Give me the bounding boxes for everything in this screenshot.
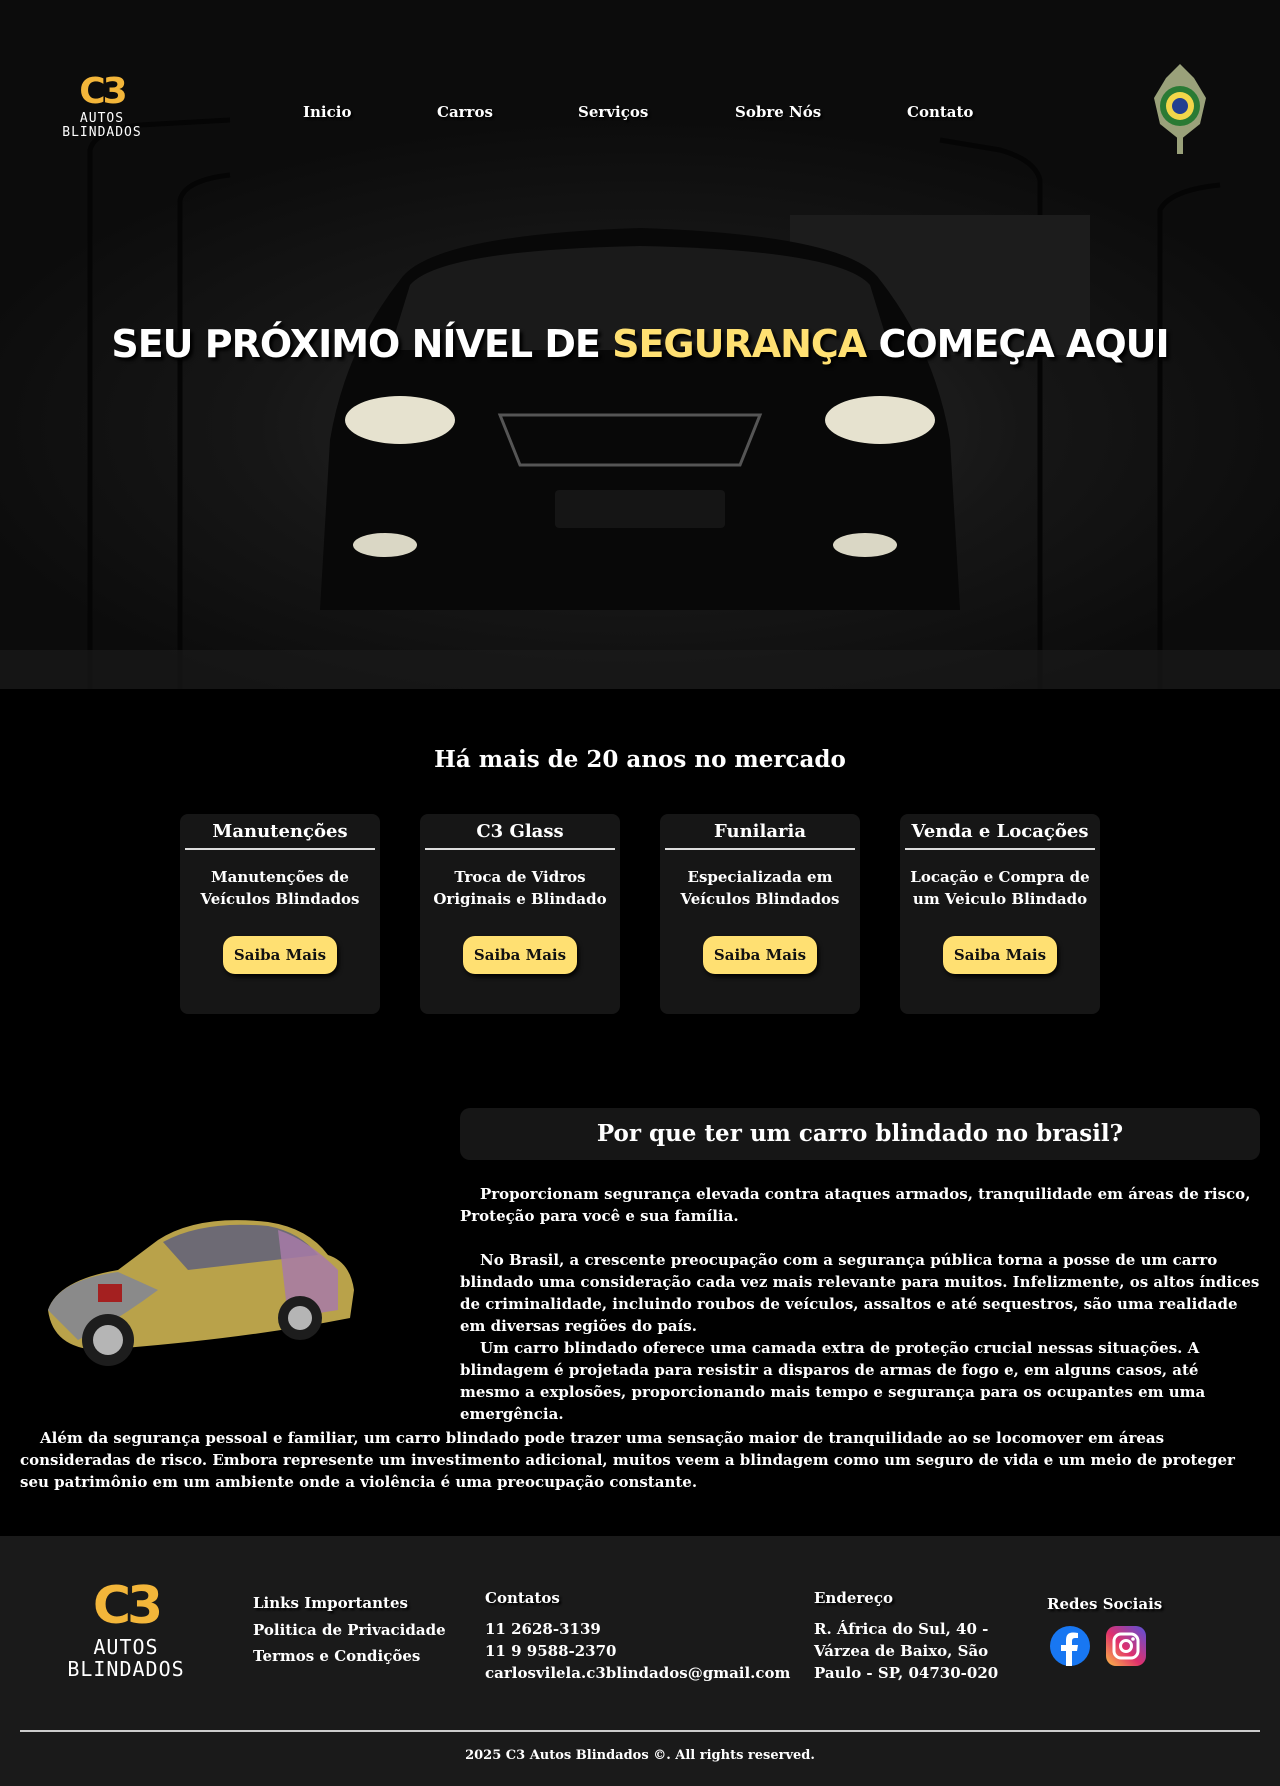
logo-mark: C3 bbox=[92, 1576, 163, 1636]
email-link[interactable]: carlosvilela.c3blindados@gmail.com bbox=[485, 1662, 790, 1684]
address-line: R. África do Sul, 40 - bbox=[814, 1620, 989, 1638]
services-heading: Há mais de 20 anos no mercado bbox=[434, 746, 846, 773]
terms-link[interactable]: Termos e Condições bbox=[253, 1645, 446, 1667]
social-icons bbox=[1050, 1626, 1157, 1666]
privacy-policy-link[interactable]: Politica de Privacidade bbox=[253, 1619, 446, 1641]
hero-title-end: COMEÇA AQUI bbox=[866, 322, 1169, 366]
service-card-description: Locação e Compra de um Veiculo Blindado bbox=[910, 868, 1090, 908]
service-card-venda-locacoes: Venda e Locações Locação e Compra de um … bbox=[900, 814, 1100, 1014]
footer-links-heading: Links Importantes bbox=[253, 1594, 408, 1612]
service-card-funilaria: Funilaria Especializada em Veículos Blin… bbox=[660, 814, 860, 1014]
hero-section: C3 AUTOS BLINDADOS Inicio Carros Serviço… bbox=[0, 0, 1280, 689]
service-card-title: C3 Glass bbox=[425, 818, 615, 850]
saiba-mais-button[interactable]: Saiba Mais bbox=[222, 936, 338, 974]
service-card-description: Troca de Vidros Originais e Blindado bbox=[433, 868, 607, 908]
copyright: 2025 C3 Autos Blindados ©. All rights re… bbox=[465, 1748, 815, 1763]
footer-address: Endereço R. África do Sul, 40 - Várzea d… bbox=[814, 1588, 998, 1684]
service-card-title: Funilaria bbox=[665, 818, 855, 850]
nav-contato[interactable]: Contato bbox=[907, 103, 973, 121]
footer-social-heading: Redes Sociais bbox=[1047, 1595, 1163, 1613]
main-nav: Inicio Carros Serviços Sobre Nós Contato bbox=[0, 103, 1280, 125]
service-card-manutencoes: Manutenções Manutenções de Veículos Blin… bbox=[180, 814, 380, 1014]
saiba-mais-button[interactable]: Saiba Mais bbox=[462, 936, 578, 974]
hero-title: SEU PRÓXIMO NÍVEL DE SEGURANÇA COMEÇA AQ… bbox=[0, 322, 1280, 366]
hero-title-start: SEU PRÓXIMO NÍVEL DE bbox=[111, 322, 613, 366]
army-emblem-icon bbox=[1154, 64, 1206, 154]
facebook-icon[interactable] bbox=[1050, 1626, 1090, 1666]
footer-contacts: Contatos 11 2628-3139 11 9 9588-2370 car… bbox=[485, 1588, 790, 1684]
service-card-c3-glass: C3 Glass Troca de Vidros Originais e Bli… bbox=[420, 814, 620, 1014]
why-paragraph: Proporcionam segurança elevada contra at… bbox=[460, 1185, 1251, 1225]
saiba-mais-button[interactable]: Saiba Mais bbox=[702, 936, 818, 974]
footer-logo[interactable]: C3 AUTOS BLINDADOS bbox=[62, 1576, 190, 1680]
why-text: Proporcionam segurança elevada contra at… bbox=[460, 1183, 1260, 1425]
saiba-mais-button[interactable]: Saiba Mais bbox=[942, 936, 1058, 974]
service-card-description: Manutenções de Veículos Blindados bbox=[200, 868, 360, 908]
service-card-title: Venda e Locações bbox=[905, 818, 1095, 850]
why-paragraph: Além da segurança pessoal e familiar, um… bbox=[20, 1429, 1235, 1491]
footer-links: Links Importantes Politica de Privacidad… bbox=[253, 1593, 446, 1667]
why-heading: Por que ter um carro blindado no brasil? bbox=[460, 1108, 1260, 1160]
nav-sobre-nos[interactable]: Sobre Nós bbox=[735, 103, 821, 121]
service-card-description: Especializada em Veículos Blindados bbox=[680, 868, 840, 908]
address-line: Várzea de Baixo, São bbox=[814, 1642, 989, 1660]
why-paragraph: Um carro blindado oferece uma camada ext… bbox=[460, 1339, 1206, 1423]
phone-2[interactable]: 11 9 9588-2370 bbox=[485, 1640, 790, 1662]
hero-title-highlight: SEGURANÇA bbox=[612, 322, 867, 366]
instagram-icon[interactable] bbox=[1106, 1626, 1147, 1666]
why-paragraph: No Brasil, a crescente preocupação com a… bbox=[460, 1251, 1260, 1335]
armored-car-cutaway-image bbox=[48, 1220, 354, 1366]
nav-inicio[interactable]: Inicio bbox=[303, 103, 351, 121]
nav-carros[interactable]: Carros bbox=[437, 103, 493, 121]
nav-servicos[interactable]: Serviços bbox=[578, 103, 648, 121]
footer-address-heading: Endereço bbox=[814, 1589, 893, 1607]
footer-divider bbox=[20, 1730, 1260, 1732]
logo-text: AUTOS BLINDADOS bbox=[67, 1635, 185, 1681]
footer-social: Redes Sociais bbox=[1047, 1594, 1162, 1614]
footer-contacts-heading: Contatos bbox=[485, 1589, 560, 1607]
phone-1[interactable]: 11 2628-3139 bbox=[485, 1618, 790, 1640]
service-card-title: Manutenções bbox=[185, 818, 375, 850]
address-line: Paulo - SP, 04730-020 bbox=[814, 1664, 999, 1682]
